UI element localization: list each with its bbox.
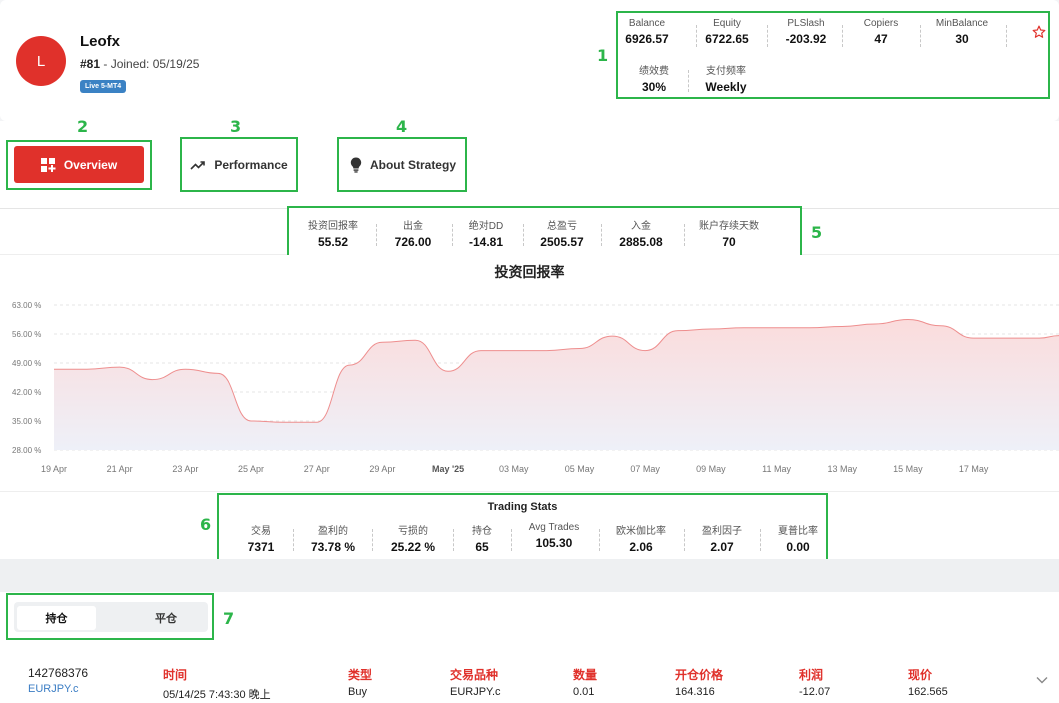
ts-avg-trades: Avg Trades 105.30 <box>528 522 580 550</box>
ts-trades: 交易 7371 <box>247 526 275 554</box>
x-tick-label: 17 May <box>959 464 989 474</box>
x-tick-label: 05 May <box>565 464 595 474</box>
trending-up-icon <box>190 160 206 170</box>
section-divider-band <box>0 559 1059 592</box>
annotation-1: 1 <box>597 46 609 65</box>
x-tick-label: 09 May <box>696 464 726 474</box>
x-tick-label: 11 May <box>762 464 791 474</box>
annotation-2: 2 <box>77 117 89 136</box>
stat-equity: Equity 6722.65 <box>705 18 749 46</box>
star-favorite-icon[interactable] <box>1032 25 1046 39</box>
position-time-cell: 时间 05/14/25 7:43:30 晚上 <box>163 668 271 701</box>
tab-about-strategy-label: About Strategy <box>369 157 456 172</box>
trader-rank: #81 <box>80 57 101 71</box>
summary-deposit: 入金 2885.08 <box>619 221 663 249</box>
stat-balance: Balance 6926.57 <box>625 18 669 46</box>
position-volume-cell: 数量 0.01 <box>573 668 598 698</box>
x-tick-label: 27 Apr <box>304 464 330 474</box>
position-open-price-cell: 开仓价格 164.316 <box>675 668 724 698</box>
lightbulb-icon <box>350 157 362 173</box>
ts-omega-ratio: 欧米伽比率 2.06 <box>616 526 666 554</box>
x-tick-label: 15 May <box>893 464 923 474</box>
ts-sharpe-ratio: 夏普比率 0.00 <box>778 526 818 554</box>
trader-meta: #81 - Joined: 05/19/25 <box>80 57 199 71</box>
annotation-7: 7 <box>223 609 235 628</box>
y-tick-label: 49.00 % <box>12 359 41 368</box>
tab-performance[interactable]: Performance <box>182 146 296 183</box>
y-tick-label: 56.00 % <box>12 330 41 339</box>
x-tick-label: 21 Apr <box>107 464 133 474</box>
tab-bar <box>0 121 1059 209</box>
account-badge: Live 5-MT4 <box>80 80 127 93</box>
annotation-5: 5 <box>811 223 823 242</box>
x-tick-label: 29 Apr <box>369 464 395 474</box>
roi-area-fill <box>54 319 1059 450</box>
x-tick-label: 03 May <box>499 464 529 474</box>
stat-payment-frequency: 支付频率 Weekly <box>705 66 747 94</box>
roi-area-chart: 28.00 % 35.00 % 42.00 % 49.00 % 56.00 % 63.00… <box>12 301 1059 474</box>
x-tick-label: 23 Apr <box>172 464 198 474</box>
ts-losing: 亏损的 25.22 % <box>390 526 436 554</box>
ts-open-positions: 持仓 65 <box>472 526 492 554</box>
position-ticket-cell: 142768376 EURJPY.c <box>28 666 88 695</box>
stat-plslash: PLSlash -203.92 <box>785 18 827 46</box>
x-tick-label: May '25 <box>432 464 464 474</box>
annotation-4: 4 <box>396 117 408 136</box>
stat-performance-fee: 绩效费 30% <box>639 66 669 94</box>
annotation-6: 6 <box>200 515 212 534</box>
y-tick-label: 42.00 % <box>12 388 41 397</box>
annotation-3: 3 <box>230 117 242 136</box>
ts-profitable: 盈利的 73.78 % <box>310 526 356 554</box>
y-tick-label: 28.00 % <box>12 446 41 455</box>
tab-overview-label: Overview <box>63 157 118 172</box>
summary-withdrawal: 出金 726.00 <box>394 221 432 249</box>
stat-copiers: Copiers 47 <box>863 18 899 46</box>
summary-roi: 投资回报率 55.52 <box>308 221 358 249</box>
position-symbol-cell: 交易品种 EURJPY.c <box>450 668 501 698</box>
trader-name: Leofx <box>80 33 121 50</box>
x-tick-label: 07 May <box>630 464 660 474</box>
tab-performance-label: Performance <box>214 157 288 172</box>
position-ticket: 142768376 <box>28 666 89 680</box>
position-type-cell: 类型 Buy <box>348 668 373 698</box>
annotation-box-7 <box>6 593 214 640</box>
dashboard-icon <box>40 157 56 172</box>
x-tick-label: 13 May <box>827 464 857 474</box>
stat-minbalance: MinBalance 30 <box>935 18 989 46</box>
position-current-price-cell: 现价 162.565 <box>908 668 948 698</box>
y-tick-label: 35.00 % <box>12 417 41 426</box>
avatar: L <box>16 36 66 86</box>
summary-account-days: 账户存续天数 70 <box>699 221 759 249</box>
ts-profit-factor: 盈利因子 2.07 <box>702 526 742 554</box>
tab-overview[interactable]: Overview <box>14 146 144 183</box>
summary-total-pnl: 总盈亏 2505.57 <box>540 221 584 249</box>
x-tick-label: 19 Apr <box>41 464 67 474</box>
tab-about-strategy[interactable]: About Strategy <box>340 146 466 183</box>
page: L Leofx #81 - Joined: 05/19/25 Live 5-MT… <box>0 0 1059 703</box>
x-tick-label: 25 Apr <box>238 464 264 474</box>
summary-absolute-dd: 绝对DD -14.81 <box>468 221 504 249</box>
chart-title: 投资回报率 <box>494 264 565 280</box>
position-profit-cell: 利润 -12.07 <box>799 668 831 698</box>
y-tick-label: 63.00 % <box>12 301 41 310</box>
position-symbol-link[interactable]: EURJPY.c <box>28 683 88 695</box>
trader-joined: - Joined: 05/19/25 <box>100 57 200 71</box>
trading-stats-title: Trading Stats <box>487 501 558 513</box>
chevron-down-icon[interactable] <box>1036 676 1048 684</box>
